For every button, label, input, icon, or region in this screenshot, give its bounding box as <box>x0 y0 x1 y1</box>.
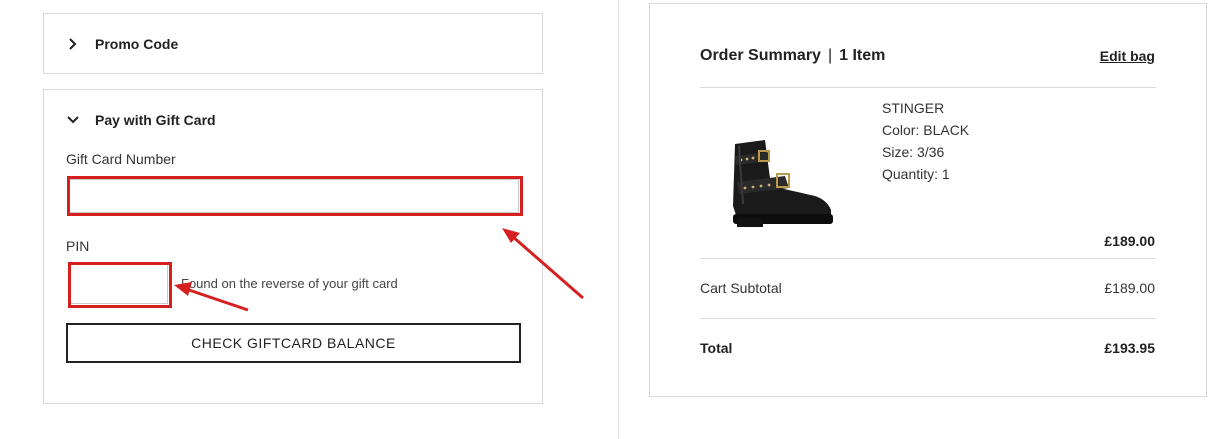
chevron-down-icon <box>66 113 80 127</box>
pin-label: PIN <box>66 238 90 254</box>
gift-card-toggle[interactable]: Pay with Gift Card <box>66 112 216 128</box>
edit-bag-link[interactable]: Edit bag <box>1100 48 1155 64</box>
summary-divider <box>700 318 1156 319</box>
item-count: 1 Item <box>839 47 886 64</box>
total-label: Total <box>700 340 733 356</box>
product-size: Size: 3/36 <box>882 144 945 160</box>
pin-field-wrapper <box>70 264 168 304</box>
gift-card-number-label: Gift Card Number <box>66 151 176 167</box>
title-separator: | <box>827 47 833 64</box>
promo-code-panel: Promo Code <box>43 13 543 74</box>
product-price: £189.00 <box>1104 233 1155 249</box>
promo-code-toggle[interactable]: Promo Code <box>66 36 178 52</box>
black-buckle-boot-image <box>723 134 841 229</box>
gift-card-number-field-wrapper <box>69 179 519 213</box>
column-divider <box>618 0 619 439</box>
promo-code-title: Promo Code <box>95 36 179 52</box>
gift-card-panel: Pay with Gift Card Gift Card Number PIN … <box>43 89 543 404</box>
order-summary-title: Order Summary <box>700 47 821 64</box>
chevron-right-icon <box>66 37 80 51</box>
gift-card-number-input[interactable] <box>70 180 518 212</box>
product-quantity: Quantity: 1 <box>882 166 950 182</box>
gift-card-title: Pay with Gift Card <box>95 112 216 128</box>
pin-input[interactable] <box>71 265 167 303</box>
cart-subtotal-label: Cart Subtotal <box>700 280 782 296</box>
summary-divider <box>700 258 1156 259</box>
order-summary-panel: Order Summary | 1 Item Edit bag STINGER … <box>649 3 1207 397</box>
check-giftcard-balance-button[interactable]: CHECK GIFTCARD BALANCE <box>66 323 521 363</box>
order-summary-heading: Order Summary | 1 Item <box>700 47 885 65</box>
product-name: STINGER <box>882 100 945 116</box>
summary-divider <box>700 87 1156 88</box>
total-value: £193.95 <box>1104 340 1155 356</box>
product-color: Color: BLACK <box>882 122 970 138</box>
cart-subtotal-value: £189.00 <box>1104 280 1155 296</box>
pin-help-text: Found on the reverse of your gift card <box>181 276 398 291</box>
